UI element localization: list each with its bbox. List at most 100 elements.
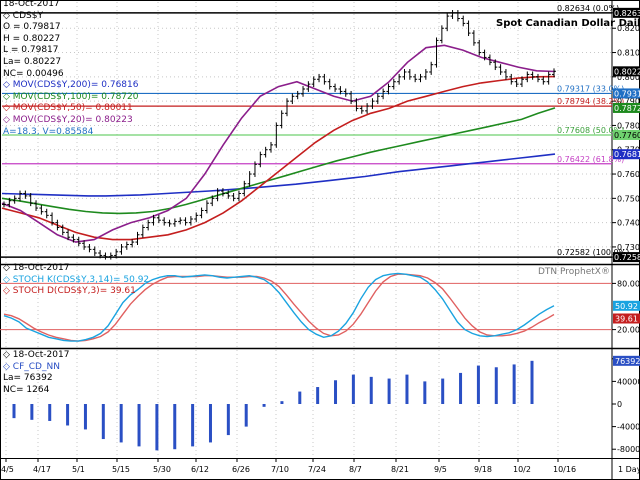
x-tick-label: 6/12 xyxy=(191,465,209,474)
chart-title: Spot Canadian Dollar Daily xyxy=(496,18,640,29)
cot-bar xyxy=(351,374,355,404)
last-value-tag-text: 0.76816 xyxy=(614,150,640,159)
last-value-tag-text: 0.80227 xyxy=(614,67,640,76)
price-bar xyxy=(439,25,444,44)
cot-la: La= 76392 xyxy=(3,373,53,384)
cot-bar xyxy=(191,404,195,447)
price-bar xyxy=(279,110,284,129)
cot-bar xyxy=(208,404,212,443)
cot-y-tick-label: -40000 xyxy=(617,423,640,432)
cot-last-tag-text: 76392 xyxy=(615,357,640,366)
cot-y-tick-label: 40000 xyxy=(617,377,640,386)
cot-bar xyxy=(494,367,498,404)
price-bar xyxy=(268,141,273,153)
price-bar xyxy=(418,73,423,83)
price-bar xyxy=(498,64,503,75)
x-tick-label: 4/17 xyxy=(33,465,51,474)
x-tick-label: 7/10 xyxy=(271,465,289,474)
price-bar xyxy=(359,105,364,114)
y-tick-label: 0.74000 xyxy=(617,219,640,228)
price-bar xyxy=(178,217,183,225)
price-bar xyxy=(343,88,348,97)
cot-bar xyxy=(244,404,248,427)
cot-bar xyxy=(334,380,338,404)
price-bar xyxy=(162,217,167,226)
price-bar xyxy=(183,217,188,226)
cot-bar xyxy=(441,378,445,404)
cot-bar xyxy=(280,401,284,404)
cot-bar xyxy=(387,378,391,404)
price-bar xyxy=(34,200,39,211)
mov100-label: MOV(CDS$Y,100)= 0.78720 xyxy=(12,91,139,102)
x-tick-label: 5/15 xyxy=(112,465,130,474)
net-change-value: 0.00496 xyxy=(26,68,64,79)
cot-info-block: ◇ 18-Oct-2017 ◇ CF_CD_NN La= 76392 NC= 1… xyxy=(3,350,70,395)
mov20-label: MOV(CDS$Y,20)= 0.80223 xyxy=(12,114,133,125)
cot-bar xyxy=(298,391,302,404)
watermark: DTN ProphetX® xyxy=(538,267,610,277)
ma200-line xyxy=(1,153,556,197)
x-tick-label: 5/30 xyxy=(153,465,171,474)
stoch-k-label: STOCH K(CDS$Y,3,14)= 50.92 xyxy=(12,274,150,285)
cot-bar xyxy=(12,404,16,419)
stoch-k-tag-text: 50.92 xyxy=(615,302,638,311)
price-bar xyxy=(231,192,236,202)
stoch-info-block: ◇ 18-Oct-2017 ◇ STOCH K(CDS$Y,3,14)= 50.… xyxy=(3,263,150,297)
cot-y-tick-label: 0 xyxy=(617,400,622,409)
price-bar xyxy=(285,98,290,117)
cot-date: 18-Oct-2017 xyxy=(12,350,70,360)
x-tick-label: 1 Day xyxy=(618,465,640,474)
open-value: 0.79817 xyxy=(23,22,61,33)
price-bar xyxy=(108,252,113,260)
price-bar xyxy=(290,93,295,105)
price-bar xyxy=(18,190,23,202)
price-bar xyxy=(39,205,44,215)
x-tick-label: 6/26 xyxy=(232,465,250,474)
chart-root: 0.82634 (0.0%) 0.79317 (33.0%) 0.78794 (38… xyxy=(0,0,640,480)
av-label: A=18.3, V=0.85584 xyxy=(3,126,94,137)
cot-bar xyxy=(30,404,34,420)
price-info-block: 18-Oct-2017 ◇ CDS$Y O = 0.79817 H = 0.80… xyxy=(3,0,139,137)
price-bar xyxy=(445,13,450,32)
cot-bar xyxy=(512,364,516,404)
price-bar xyxy=(423,69,428,80)
price-bar xyxy=(156,214,161,224)
symbol-label: CDS$Y xyxy=(12,10,43,21)
x-tick-label: 8/21 xyxy=(391,465,409,474)
price-bar xyxy=(194,212,199,222)
last-value: 0.80227 xyxy=(23,56,62,67)
y-tick-label: 0.73000 xyxy=(617,243,640,252)
price-bar xyxy=(167,219,172,227)
mov50-label: MOV(CDS$Y,50)= 0.80011 xyxy=(12,103,133,114)
stoch-y-tick-label: 80.00 xyxy=(617,279,640,288)
cot-bar xyxy=(405,374,409,404)
cot-bar xyxy=(119,404,123,443)
stoch-d-label: STOCH D(CDS$Y,3)= 39.61 xyxy=(12,286,136,297)
cot-bar xyxy=(423,381,427,404)
price-bar xyxy=(247,171,252,187)
x-tick-label: 5/1 xyxy=(72,465,85,474)
cot-bar xyxy=(530,360,534,404)
x-tick-label: 10/2 xyxy=(513,465,531,474)
price-bar xyxy=(461,15,466,27)
level-tag-text: 0.79317 xyxy=(614,89,640,98)
stoch-date: 18-Oct-2017 xyxy=(12,263,70,273)
cot-bar xyxy=(369,376,373,404)
price-bar xyxy=(386,83,391,95)
price-bar xyxy=(535,73,540,83)
price-bar xyxy=(391,78,396,90)
price-bar xyxy=(140,224,145,238)
price-bar xyxy=(124,241,129,250)
price-bar xyxy=(407,69,412,80)
price-bar xyxy=(44,208,49,219)
price-bar xyxy=(333,83,338,92)
price-bar xyxy=(311,76,316,88)
y-tick-label: 0.81000 xyxy=(617,49,640,58)
cot-bar xyxy=(262,404,266,407)
mov200-label: MOV(CDS$Y,200)= 0.76816 xyxy=(12,80,139,91)
price-bar xyxy=(87,244,92,253)
cot-name: CF_CD_NN xyxy=(12,361,60,372)
x-tick-label: 4/5 xyxy=(1,465,14,474)
x-tick-label: 9/18 xyxy=(474,465,492,474)
price-bar xyxy=(546,71,551,85)
